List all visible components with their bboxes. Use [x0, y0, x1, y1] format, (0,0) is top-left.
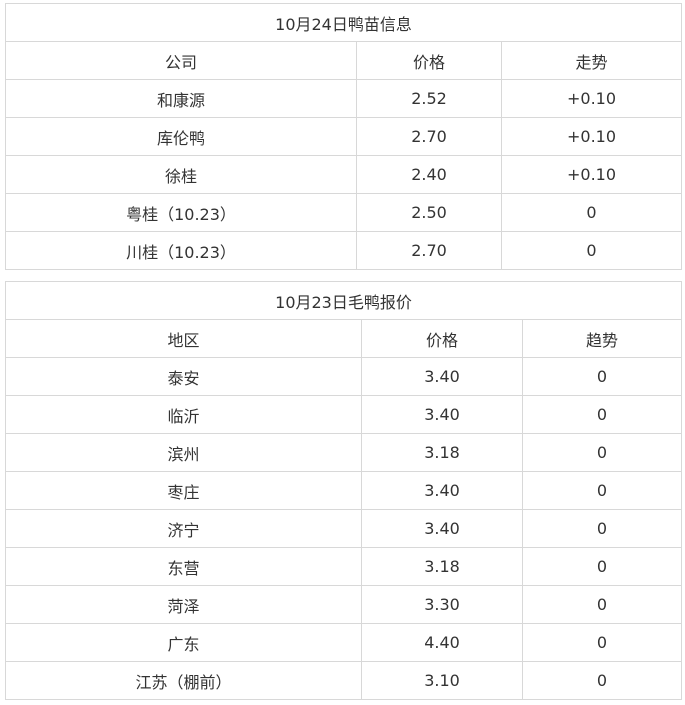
region-cell: 济宁 — [5, 509, 362, 548]
price-cell: 3.18 — [361, 547, 523, 586]
column-header: 趋势 — [521, 319, 683, 358]
trend-cell: 0 — [521, 357, 683, 396]
column-header: 价格 — [361, 319, 523, 358]
table-header-row: 地区 价格 趋势 — [5, 319, 683, 358]
price-cell: 2.70 — [356, 117, 502, 156]
price-cell: 2.52 — [356, 79, 502, 118]
trend-cell: 0 — [521, 395, 683, 434]
table-row: 东营 3.18 0 — [5, 547, 683, 586]
company-cell: 川桂（10.23） — [5, 231, 357, 270]
table-row: 济宁 3.40 0 — [5, 509, 683, 548]
company-cell: 徐桂 — [5, 155, 357, 194]
price-cell: 4.40 — [361, 623, 523, 662]
price-cell: 2.40 — [356, 155, 502, 194]
company-cell: 库伦鸭 — [5, 117, 357, 156]
trend-cell: 0 — [521, 433, 683, 472]
trend-cell: 0 — [521, 509, 683, 548]
price-cell: 3.18 — [361, 433, 523, 472]
price-cell: 2.70 — [356, 231, 502, 270]
trend-cell: +0.10 — [500, 79, 683, 118]
table-row: 泰安 3.40 0 — [5, 357, 683, 396]
price-cell: 3.10 — [361, 661, 523, 700]
company-cell: 和康源 — [5, 79, 357, 118]
table-title: 10月24日鸭苗信息 — [4, 3, 683, 42]
trend-cell: 0 — [521, 661, 683, 700]
table-row: 菏泽 3.30 0 — [5, 585, 683, 624]
trend-cell: 0 — [521, 585, 683, 624]
region-cell: 广东 — [5, 623, 362, 662]
region-cell: 滨州 — [5, 433, 362, 472]
price-cell: 3.40 — [361, 471, 523, 510]
region-cell: 临沂 — [5, 395, 362, 434]
trend-cell: 0 — [521, 623, 683, 662]
table-title-row: 10月23日毛鸭报价 — [4, 281, 683, 320]
duck-price-table: 10月23日毛鸭报价 地区 价格 趋势 泰安 3.40 0 临沂 3.40 0 … — [4, 281, 683, 700]
table-row: 川桂（10.23） 2.70 0 — [5, 231, 683, 270]
price-cell: 3.40 — [361, 509, 523, 548]
table-row: 和康源 2.52 +0.10 — [5, 79, 683, 118]
table-title-row: 10月24日鸭苗信息 — [4, 3, 683, 42]
trend-cell: 0 — [521, 547, 683, 586]
region-cell: 枣庄 — [5, 471, 362, 510]
price-cell: 3.40 — [361, 395, 523, 434]
table-row: 临沂 3.40 0 — [5, 395, 683, 434]
trend-cell: 0 — [521, 471, 683, 510]
table-row: 粤桂（10.23） 2.50 0 — [5, 193, 683, 232]
price-cell: 3.30 — [361, 585, 523, 624]
trend-cell: +0.10 — [500, 155, 683, 194]
table-row: 枣庄 3.40 0 — [5, 471, 683, 510]
table-header-row: 公司 价格 走势 — [5, 41, 683, 80]
duckling-price-table: 10月24日鸭苗信息 公司 价格 走势 和康源 2.52 +0.10 库伦鸭 2… — [4, 3, 683, 270]
table-row: 滨州 3.18 0 — [5, 433, 683, 472]
price-cell: 2.50 — [356, 193, 502, 232]
trend-cell: 0 — [500, 231, 683, 270]
column-header: 公司 — [5, 41, 357, 80]
table-row: 徐桂 2.40 +0.10 — [5, 155, 683, 194]
table-title: 10月23日毛鸭报价 — [4, 281, 683, 320]
table-row: 库伦鸭 2.70 +0.10 — [5, 117, 683, 156]
region-cell: 东营 — [5, 547, 362, 586]
price-cell: 3.40 — [361, 357, 523, 396]
company-cell: 粤桂（10.23） — [5, 193, 357, 232]
trend-cell: 0 — [500, 193, 683, 232]
trend-cell: +0.10 — [500, 117, 683, 156]
table-row: 广东 4.40 0 — [5, 623, 683, 662]
column-header: 价格 — [356, 41, 502, 80]
region-cell: 菏泽 — [5, 585, 362, 624]
table-row: 江苏（棚前） 3.10 0 — [5, 661, 683, 700]
region-cell: 泰安 — [5, 357, 362, 396]
column-header: 地区 — [5, 319, 362, 358]
region-cell: 江苏（棚前） — [5, 661, 362, 700]
column-header: 走势 — [500, 41, 683, 80]
